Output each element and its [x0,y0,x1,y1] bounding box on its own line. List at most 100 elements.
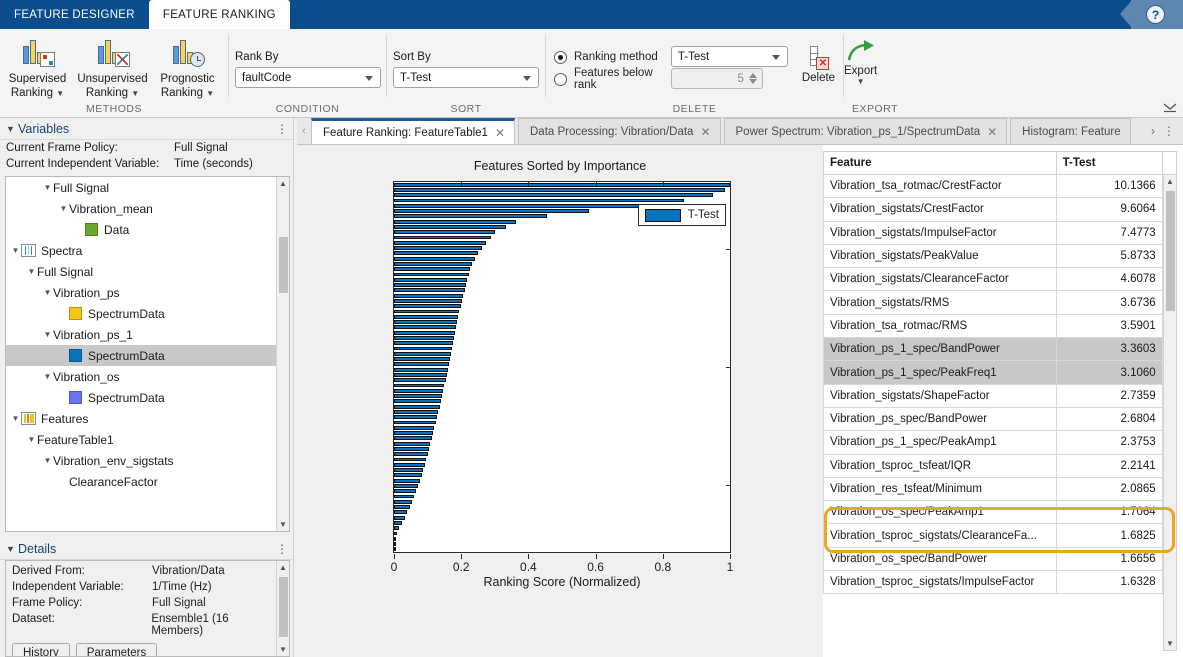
tab-menu-icon[interactable]: ⋮ [1163,124,1175,138]
features-below-rank-radio-row[interactable]: Features below rank [554,68,665,90]
document-tab[interactable]: Power Spectrum: Vibration_ps_1/SpectrumD… [724,118,1008,144]
table-row[interactable]: Vibration_ps_1_spec/PeakFreq13.1060 [824,361,1177,384]
sort-by-dropdown[interactable]: T-Test [393,67,539,88]
chevron-down-icon[interactable] [772,55,780,60]
details-tab-parameters[interactable]: Parameters [76,643,157,657]
column-header-ttest[interactable]: T-Test [1056,152,1162,175]
ranking-method-radio[interactable] [554,51,567,64]
prognostic-ranking-button[interactable]: Prognostic Ranking ▼ [150,33,225,101]
tree-item[interactable]: Data [6,219,276,240]
scroll-down-icon[interactable]: ▼ [277,518,289,531]
delete-button[interactable]: ✕ Delete [794,46,843,84]
tree-item[interactable]: ▼Vibration_env_sigstats [6,450,276,471]
table-row[interactable]: Vibration_sigstats/PeakValue5.8733 [824,244,1177,267]
variables-panel-menu-icon[interactable]: ⋮ [276,122,289,136]
tree-twisty-icon[interactable]: ▼ [42,288,53,297]
chevron-down-icon[interactable]: ▼ [844,77,877,86]
help-icon[interactable]: ? [1146,5,1165,24]
ribbon-collapse-button[interactable] [1163,101,1177,113]
tree-twisty-icon[interactable]: ▼ [42,372,53,381]
table-scrollbar[interactable]: ▲ ▼ [1163,174,1177,651]
document-tab[interactable]: Data Processing: Vibration/Data✕ [518,118,721,144]
table-row[interactable]: Vibration_tsproc_sigstats/ImpulseFactor1… [824,571,1177,594]
scroll-up-icon[interactable]: ▲ [277,561,289,574]
details-tab-history[interactable]: History [12,643,70,657]
ranking-method-radio-row[interactable]: Ranking method [554,46,665,68]
details-panel-menu-icon[interactable]: ⋮ [276,542,289,556]
table-row[interactable]: Vibration_os_spec/PeakAmp11.7064 [824,501,1177,524]
tree-item[interactable]: SpectrumData [6,303,276,324]
chevron-down-icon[interactable]: ▼ [131,89,139,98]
tree-twisty-icon[interactable]: ▼ [10,414,21,423]
table-row[interactable]: Vibration_tsproc_tsfeat/IQR2.2141 [824,454,1177,477]
tree-item[interactable]: ▼FeatureTable1 [6,429,276,450]
table-row[interactable]: Vibration_sigstats/ImpulseFactor7.4773 [824,221,1177,244]
tree-item[interactable]: ▼Vibration_ps [6,282,276,303]
tree-twisty-icon[interactable]: ▼ [26,435,37,444]
scroll-down-icon[interactable]: ▼ [1164,637,1176,650]
tree-twisty-icon[interactable]: ▼ [58,204,69,213]
tree-item[interactable]: ClearanceFactor [6,471,276,492]
table-row[interactable]: Vibration_res_tsfeat/Minimum2.0865 [824,477,1177,500]
variables-tree-scrollbar[interactable]: ▲ ▼ [276,177,289,531]
tree-twisty-icon[interactable]: ▼ [10,246,21,255]
tree-item[interactable]: SpectrumData [6,345,276,366]
table-row[interactable]: Vibration_ps_spec/BandPower2.6804 [824,407,1177,430]
stepper-down-icon[interactable] [749,79,757,84]
tree-item[interactable]: ▼Full Signal [6,177,276,198]
supervised-ranking-button[interactable]: Supervised Ranking ▼ [0,33,75,101]
tab-feature-designer[interactable]: FEATURE DESIGNER [0,0,149,29]
chevron-down-icon[interactable]: ▼ [206,89,214,98]
close-icon[interactable]: ✕ [700,125,710,139]
chevron-down-icon[interactable] [523,76,531,81]
tree-item[interactable]: ▼Spectra [6,240,276,261]
delete-method-dropdown[interactable]: T-Test [671,46,788,67]
stepper-up-icon[interactable] [749,73,757,78]
tab-feature-ranking[interactable]: FEATURE RANKING [149,0,290,29]
features-below-rank-stepper[interactable]: 5 [671,68,763,89]
scrollbar-thumb[interactable] [279,237,288,293]
table-row[interactable]: Vibration_sigstats/CrestFactor9.6064 [824,198,1177,221]
table-row[interactable]: Vibration_ps_1_spec/BandPower3.3603 [824,338,1177,361]
tree-twisty-icon[interactable]: ▼ [42,183,53,192]
close-icon[interactable]: ✕ [987,125,997,139]
tree-twisty-icon[interactable]: ▼ [26,267,37,276]
scrollbar-thumb[interactable] [279,577,288,637]
chart-plot-area[interactable]: T-Test [393,181,731,553]
unsupervised-ranking-button[interactable]: Unsupervised Ranking ▼ [75,33,150,101]
help-region[interactable]: ? [1120,0,1183,29]
table-row[interactable]: Vibration_ps_1_spec/PeakAmp12.3753 [824,431,1177,454]
scroll-up-icon[interactable]: ▲ [1164,175,1176,188]
collapse-twisty-icon[interactable]: ▼ [6,544,18,554]
table-row[interactable]: Vibration_sigstats/ClearanceFactor4.6078 [824,268,1177,291]
tree-twisty-icon[interactable]: ▼ [42,330,53,339]
table-row[interactable]: Vibration_os_spec/BandPower1.6656 [824,547,1177,570]
table-row[interactable]: Vibration_sigstats/RMS3.6736 [824,291,1177,314]
chevron-down-icon[interactable] [365,76,373,81]
table-row[interactable]: Vibration_tsproc_sigstats/ClearanceFa...… [824,524,1177,547]
variables-tree[interactable]: ▼Full Signal▼Vibration_meanData▼Spectra▼… [5,176,290,532]
chart-legend[interactable]: T-Test [638,204,726,226]
scroll-up-icon[interactable]: ▲ [277,177,289,190]
tree-item[interactable]: ▼Full Signal [6,261,276,282]
chevron-down-icon[interactable]: ▼ [56,89,64,98]
column-header-feature[interactable]: Feature [824,152,1057,175]
tab-scroll-left-icon[interactable]: ‹ [297,118,311,144]
features-below-rank-radio[interactable] [554,73,567,86]
table-row[interactable]: Vibration_tsa_rotmac/CrestFactor10.1366 [824,175,1177,198]
close-icon[interactable]: ✕ [495,126,505,140]
details-scrollbar[interactable]: ▲ ▼ [276,561,289,656]
export-button[interactable]: Export ▼ [844,39,877,86]
scrollbar-thumb[interactable] [1166,191,1175,311]
table-row[interactable]: Vibration_tsa_rotmac/RMS3.5901 [824,314,1177,337]
tree-item[interactable]: ▼Features [6,408,276,429]
tree-twisty-icon[interactable]: ▼ [42,456,53,465]
tree-item[interactable]: ▼Vibration_os [6,366,276,387]
scroll-down-icon[interactable]: ▼ [277,643,289,656]
tab-scroll-right-icon[interactable]: › [1151,124,1155,138]
tree-item[interactable]: SpectrumData [6,387,276,408]
rank-by-dropdown[interactable]: faultCode [235,67,381,88]
tree-item[interactable]: ▼Vibration_mean [6,198,276,219]
collapse-twisty-icon[interactable]: ▼ [6,124,18,134]
document-tab[interactable]: Histogram: Feature [1010,118,1130,144]
